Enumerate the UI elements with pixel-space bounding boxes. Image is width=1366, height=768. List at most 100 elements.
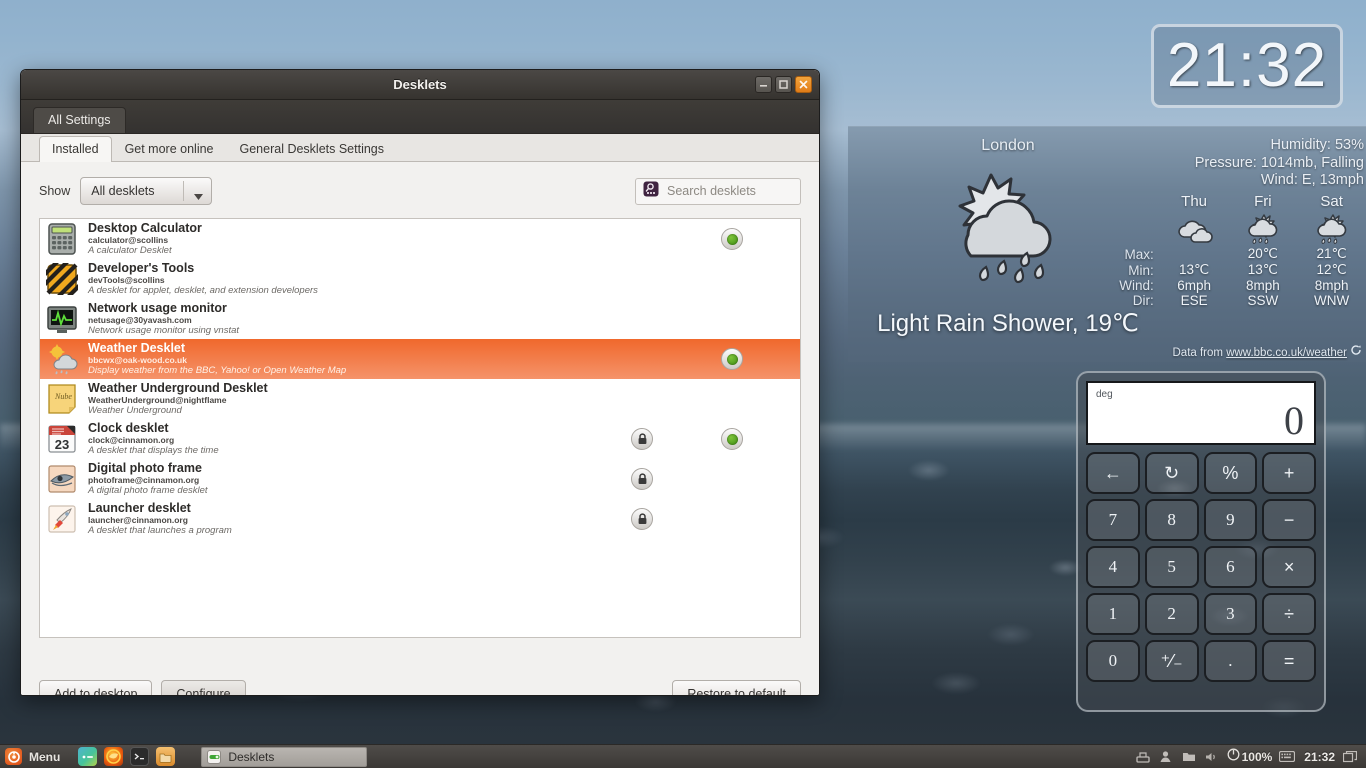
all-settings-button[interactable]: All Settings <box>33 107 126 133</box>
show-desktop-icon[interactable] <box>78 747 97 766</box>
select-separator <box>183 181 184 201</box>
forecast-day-2-max: 21℃ <box>1297 246 1366 262</box>
clock-desklet[interactable]: 21:32 <box>1151 24 1343 108</box>
close-icon[interactable] <box>795 76 812 93</box>
desklet-description: A desklet that displays the time <box>88 445 612 456</box>
taskbar-window-desklets[interactable]: Desklets <box>201 747 367 767</box>
sun-cloud-rain-icon <box>1312 214 1352 244</box>
table-row[interactable]: Desktop Calculator calculator@scollins A… <box>40 219 800 259</box>
note-icon: Nube <box>46 383 78 415</box>
weather-desklet[interactable]: London Light Rain Shower, 19℃ <box>848 126 1366 362</box>
calc-key-divide[interactable]: ÷ <box>1262 593 1316 635</box>
calc-key-4[interactable]: 4 <box>1086 546 1140 588</box>
forecast-day-icons <box>1048 212 1366 246</box>
battery-status[interactable]: 100% <box>1227 748 1273 766</box>
calc-key-8[interactable]: 8 <box>1145 499 1199 541</box>
desklet-list[interactable]: Desktop Calculator calculator@scollins A… <box>39 218 801 638</box>
calc-key-3[interactable]: 3 <box>1204 593 1258 635</box>
battery-percent: 100% <box>1242 750 1273 764</box>
lock-icon <box>631 508 653 530</box>
battery-icon <box>1227 748 1240 766</box>
calc-key-multiply[interactable]: × <box>1262 546 1316 588</box>
calc-key-5[interactable]: 5 <box>1145 546 1199 588</box>
calc-key-sign[interactable]: ⁺⁄₋ <box>1145 640 1199 682</box>
maximize-icon[interactable] <box>775 76 792 93</box>
weather-source-link[interactable]: www.bbc.co.uk/weather <box>1226 347 1347 359</box>
table-row[interactable]: 23 Clock desklet clock@cinnamon.org A de… <box>40 419 800 459</box>
removable-drive-icon[interactable] <box>1135 749 1151 765</box>
window-titlebar[interactable]: Desklets <box>21 70 819 100</box>
status-slot[interactable] <box>672 428 792 450</box>
calc-key-6[interactable]: 6 <box>1204 546 1258 588</box>
clock-time: 21:32 <box>1167 35 1327 97</box>
show-filter-select[interactable]: All desklets <box>80 177 212 205</box>
calc-key-2[interactable]: 2 <box>1145 593 1199 635</box>
volume-icon[interactable] <box>1204 749 1220 765</box>
desklet-description: A desklet that launches a program <box>88 525 612 536</box>
user-icon[interactable] <box>1158 749 1174 765</box>
desklet-info: Network usage monitor netusage@30yavash.… <box>88 302 612 336</box>
desklet-uuid: devTools@scollins <box>88 275 612 285</box>
terminal-icon[interactable] <box>130 747 149 766</box>
desklets-settings-window[interactable]: Desklets All Settings Installed Get more… <box>20 69 820 696</box>
firefox-icon[interactable] <box>104 747 123 766</box>
status-badge[interactable] <box>721 228 743 250</box>
table-row[interactable]: Network usage monitor netusage@30yavash.… <box>40 299 800 339</box>
table-row[interactable]: Developer's Tools devTools@scollins A de… <box>40 259 800 299</box>
desklet-uuid: calculator@scollins <box>88 235 612 245</box>
calc-key-7[interactable]: 7 <box>1086 499 1140 541</box>
menu-label: Menu <box>29 750 60 764</box>
desklet-uuid: launcher@cinnamon.org <box>88 515 612 525</box>
tab-installed[interactable]: Installed <box>39 136 112 162</box>
calc-key-decimal[interactable]: . <box>1204 640 1258 682</box>
workspace-switcher-icon[interactable] <box>1342 749 1358 765</box>
status-badge[interactable] <box>721 348 743 370</box>
window-list: Desklets <box>201 747 367 767</box>
forecast-day-1-max: 20℃ <box>1228 246 1297 262</box>
calc-key-minus[interactable]: − <box>1262 499 1316 541</box>
forecast-day-2-wind: 8mph <box>1297 278 1366 293</box>
lock-icon <box>631 468 653 490</box>
lock-icon <box>631 428 653 450</box>
folder-icon[interactable] <box>1181 749 1197 765</box>
calculator-desklet[interactable]: deg 0 ← ↻ % + 7 8 9 − 4 5 6 × 1 2 3 ÷ 0 … <box>1076 371 1326 712</box>
forecast-label-max: Max: <box>1048 246 1160 262</box>
svg-text:23: 23 <box>55 437 69 452</box>
configure-button[interactable]: Configure <box>161 680 245 697</box>
desklet-uuid: clock@cinnamon.org <box>88 435 612 445</box>
desklet-info: Weather Underground Desklet WeatherUnder… <box>88 382 612 416</box>
table-row[interactable]: Nube Weather Underground Desklet Weather… <box>40 379 800 419</box>
search-input[interactable]: Search desklets <box>635 178 801 205</box>
calc-key-percent[interactable]: % <box>1204 452 1258 494</box>
calc-key-clear[interactable]: ↻ <box>1145 452 1199 494</box>
calc-key-plus[interactable]: + <box>1262 452 1316 494</box>
menu-button[interactable]: Menu <box>0 745 68 768</box>
refresh-icon[interactable] <box>1350 344 1362 356</box>
desklet-description: Network usage monitor using vnstat <box>88 325 612 336</box>
calc-key-0[interactable]: 0 <box>1086 640 1140 682</box>
table-row[interactable]: Weather Desklet bbcwx@oak-wood.co.uk Dis… <box>40 339 800 379</box>
cloudy-icon <box>1174 214 1214 244</box>
forecast-row-min: Min: 13℃ 13℃ 12℃ <box>1048 262 1366 278</box>
calc-key-1[interactable]: 1 <box>1086 593 1140 635</box>
tab-get-more-online[interactable]: Get more online <box>112 136 227 162</box>
calc-key-9[interactable]: 9 <box>1204 499 1258 541</box>
desktop: 21:32 London Light Rain Show <box>0 0 1366 768</box>
calc-key-equals[interactable]: = <box>1262 640 1316 682</box>
calc-key-backspace[interactable]: ← <box>1086 452 1140 494</box>
forecast-day-0-wind: 6mph <box>1160 278 1229 293</box>
taskbar-clock[interactable]: 21:32 <box>1304 750 1335 764</box>
files-icon[interactable] <box>156 747 175 766</box>
calculator-angle-mode: deg <box>1096 389 1113 400</box>
status-badge[interactable] <box>721 428 743 450</box>
keyboard-layout-icon[interactable] <box>1279 749 1295 765</box>
minimize-icon[interactable] <box>755 76 772 93</box>
status-slot[interactable] <box>672 228 792 250</box>
table-row[interactable]: Digital photo frame photoframe@cinnamon.… <box>40 459 800 499</box>
tab-general-desklets-settings[interactable]: General Desklets Settings <box>227 136 398 162</box>
status-slot[interactable] <box>672 348 792 370</box>
desklet-description: A calculator Desklet <box>88 245 612 256</box>
restore-to-default-button[interactable]: Restore to default <box>672 680 801 697</box>
table-row[interactable]: Launcher desklet launcher@cinnamon.org A… <box>40 499 800 539</box>
add-to-desktop-button[interactable]: Add to desktop <box>39 680 152 697</box>
